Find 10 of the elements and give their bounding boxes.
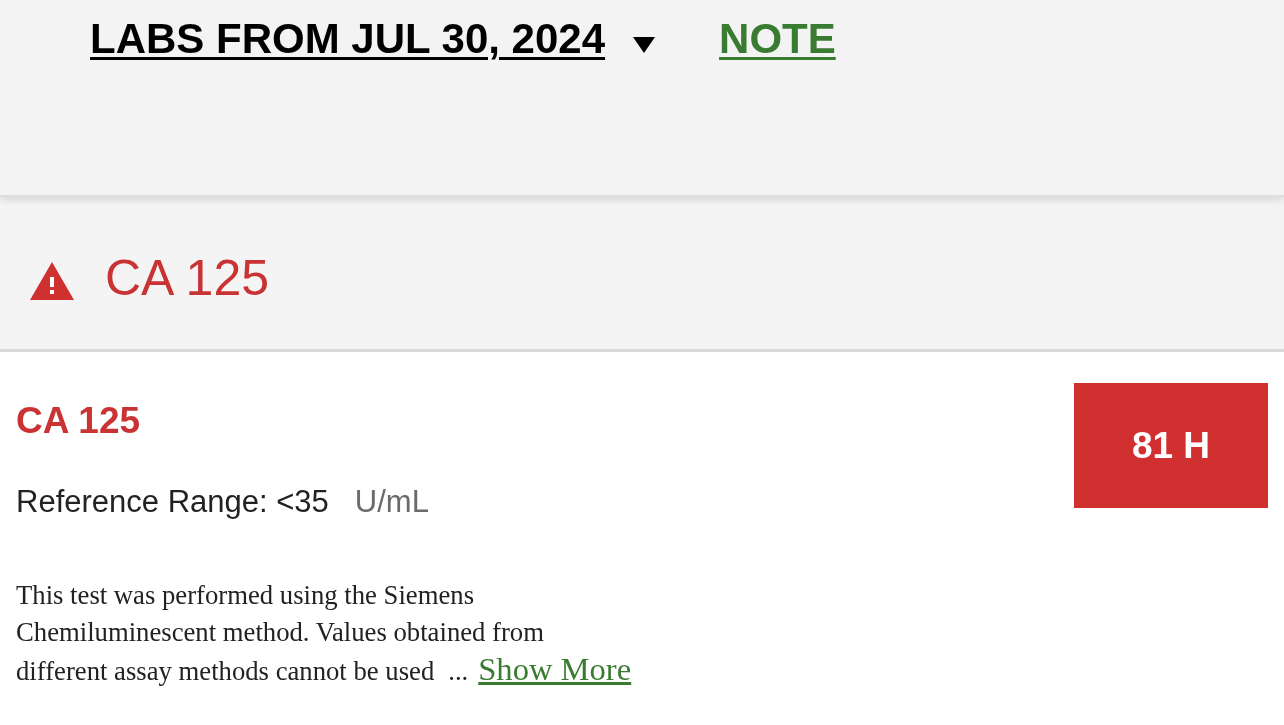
show-more-link[interactable]: Show More [478,651,632,687]
section-title: CA 125 [105,253,269,303]
test-name: CA 125 [16,402,141,439]
reference-range: Reference Range: <35 [16,486,329,517]
note-link[interactable]: NOTE [719,18,836,60]
unit-label: U/mL [354,486,429,517]
caret-icon [633,37,656,53]
result-value-badge: 81 H [1074,383,1268,508]
test-description: This test was performed using the Siemens Chemiluminescent method. Values obtained from different assay methods cannot be used ... Show More [16,579,633,689]
labs-date-dropdown[interactable]: LABS FROM JUL 30, 2024 [90,18,656,60]
